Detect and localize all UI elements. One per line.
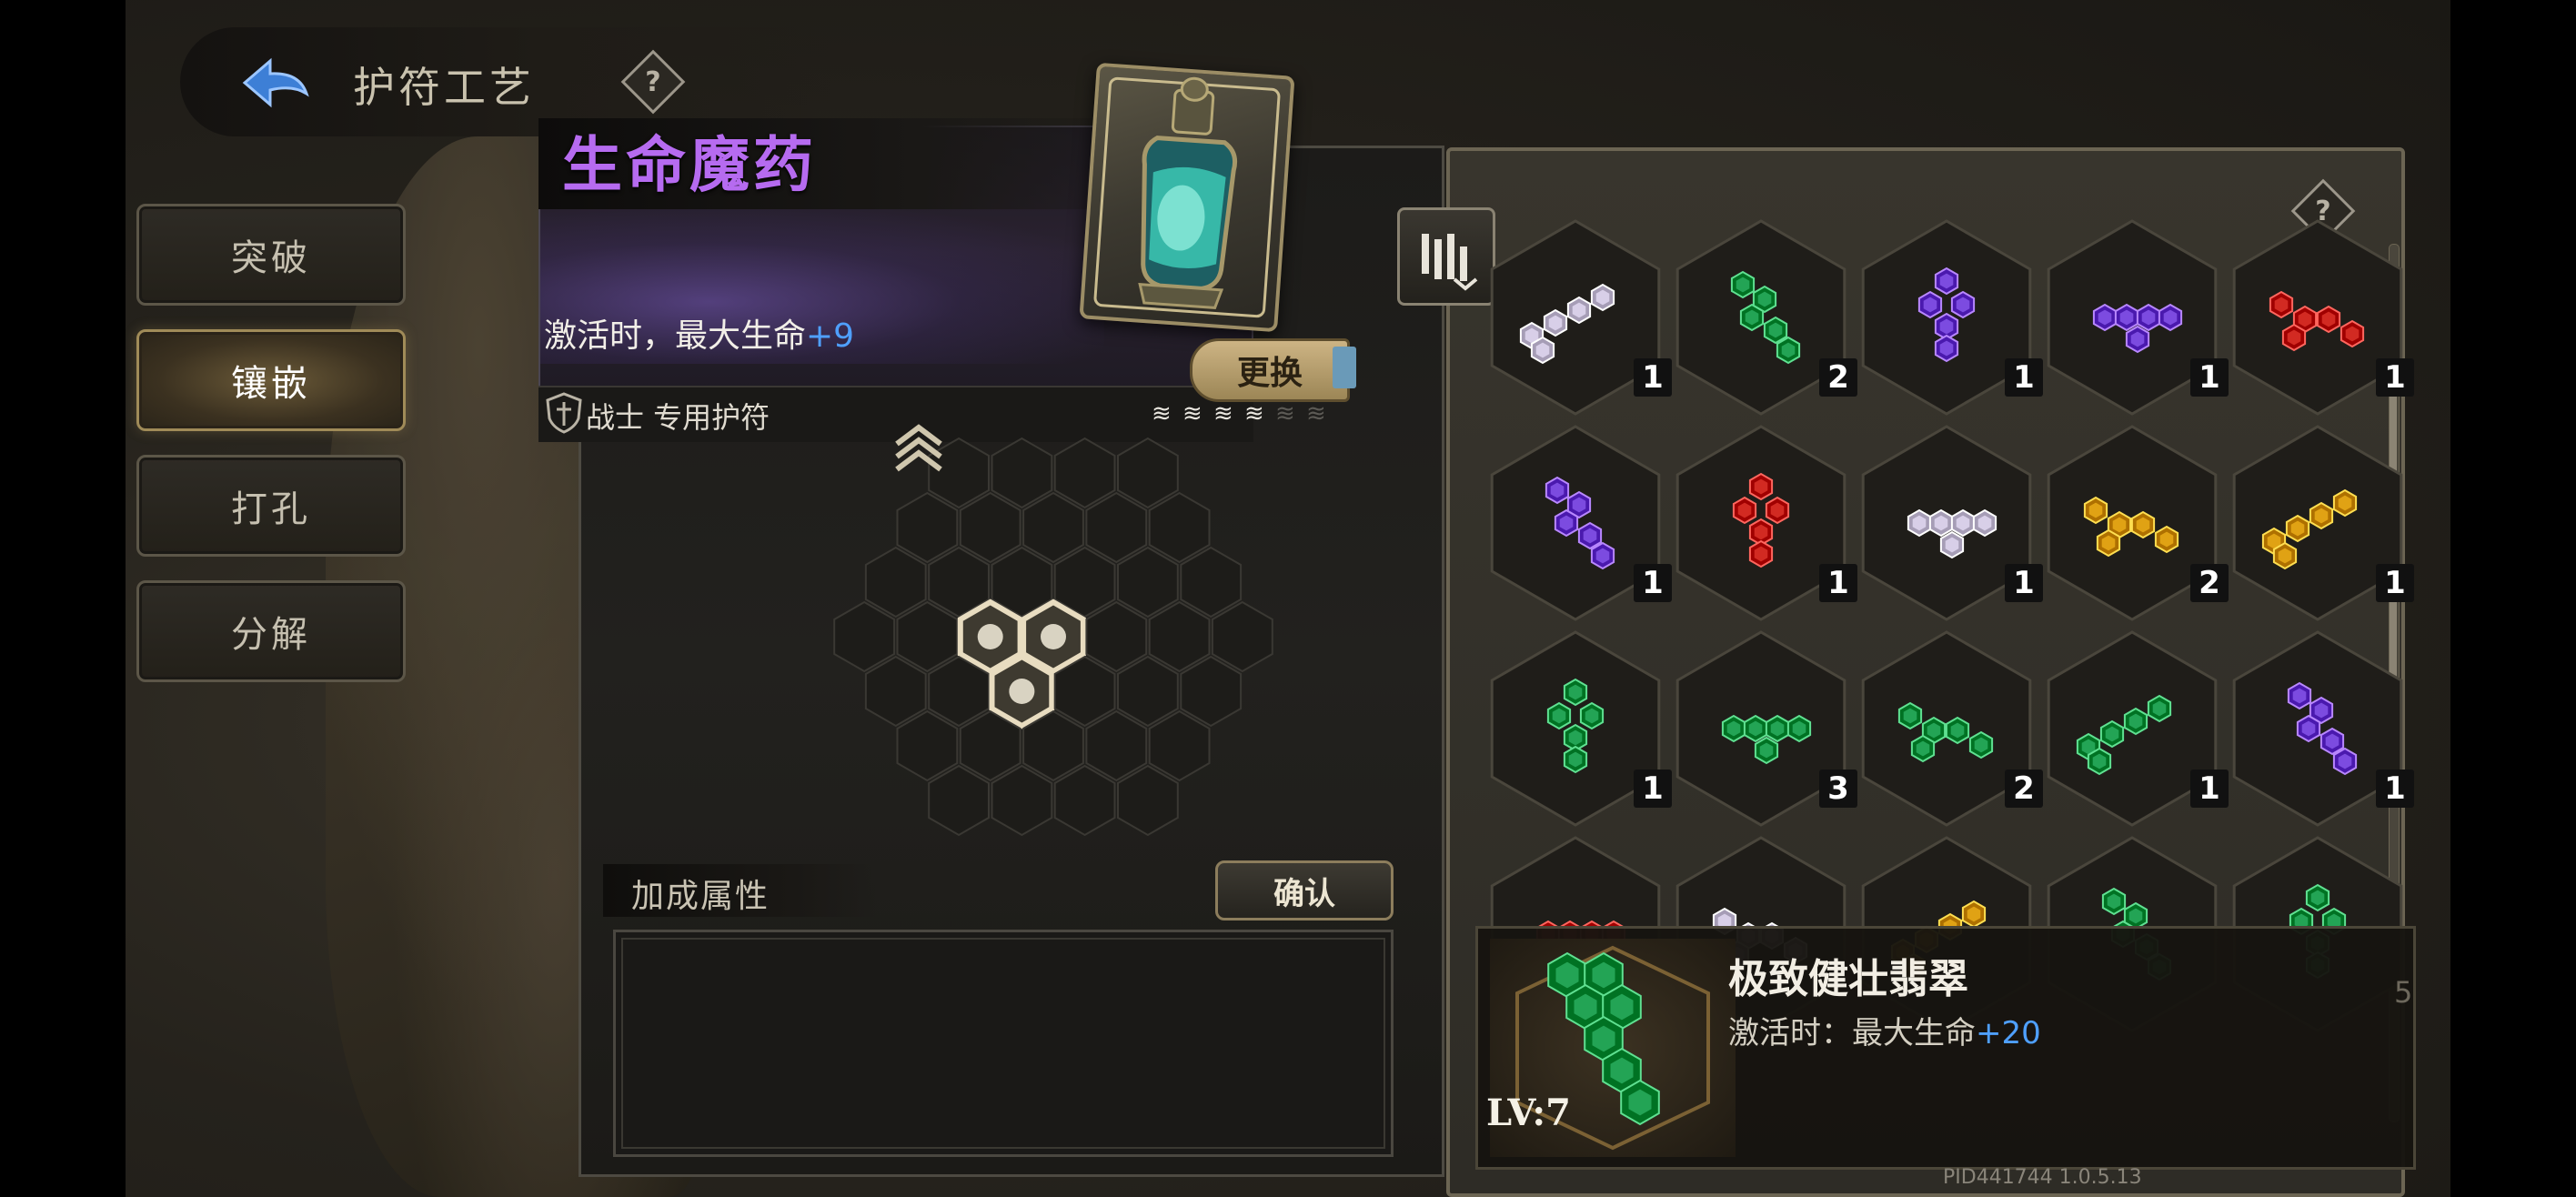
page-title: 护符工艺 bbox=[353, 63, 535, 112]
gem-count-badge: 1 bbox=[2005, 358, 2043, 397]
gem-count-badge: 1 bbox=[2005, 564, 2043, 602]
board-hex-cell[interactable] bbox=[991, 437, 1053, 509]
board-hex-cell[interactable] bbox=[1085, 600, 1148, 673]
gem-count-badge: 1 bbox=[2190, 770, 2229, 808]
board-hex-cell[interactable] bbox=[1022, 491, 1084, 564]
charm-effect-label: 激活时，最大生命 bbox=[544, 317, 807, 355]
board-hex-cell[interactable] bbox=[1117, 655, 1179, 728]
board-hex-cell[interactable] bbox=[959, 491, 1021, 564]
gem-slot[interactable]: 1 bbox=[1856, 420, 2043, 626]
board-hex-cell[interactable] bbox=[1148, 709, 1211, 782]
gem-count-badge: 1 bbox=[1634, 770, 1672, 808]
hex-board[interactable] bbox=[708, 418, 1399, 891]
filter-tab[interactable] bbox=[1397, 207, 1495, 306]
gem-effect-value: +20 bbox=[1976, 1015, 2041, 1051]
back-arrow-icon bbox=[242, 57, 309, 108]
board-hex-cell[interactable] bbox=[1148, 491, 1211, 564]
board-hex-cell[interactable] bbox=[1180, 655, 1243, 728]
board-hex-cell[interactable] bbox=[1053, 437, 1116, 509]
board-hex-cell[interactable] bbox=[864, 546, 927, 619]
gem-slot[interactable]: 1 bbox=[1670, 420, 1857, 626]
gem-slot[interactable]: 1 bbox=[1856, 215, 2043, 420]
board-hex-cell[interactable] bbox=[896, 600, 959, 673]
gem-slot[interactable]: 1 bbox=[1484, 215, 1672, 420]
gem-count-badge: 1 bbox=[1634, 358, 1672, 397]
help-button[interactable]: ? bbox=[620, 49, 686, 115]
menu-breakthrough-button[interactable]: 突破 bbox=[136, 204, 406, 306]
board-hex-cell[interactable] bbox=[928, 764, 990, 837]
gem-slot[interactable]: 3 bbox=[1670, 626, 1857, 831]
gem-count-badge: 3 bbox=[1819, 770, 1857, 808]
gem-slot[interactable]: 2 bbox=[1670, 215, 1857, 420]
board-hex-cell[interactable] bbox=[1053, 764, 1116, 837]
gem-effect-label: 激活时：最大生命 bbox=[1728, 1015, 1976, 1051]
gem-slot[interactable]: 2 bbox=[2041, 420, 2229, 626]
filter-bars-icon bbox=[1422, 234, 1478, 291]
gem-slot[interactable]: 1 bbox=[1484, 626, 1672, 831]
board-hex-cell[interactable] bbox=[896, 491, 959, 564]
game-screen: 护符工艺 ? 突破 镶嵌 打孔 分解 生命魔药 激活时，最大生命+9 战士 专用… bbox=[126, 0, 2450, 1197]
board-hex-cell[interactable] bbox=[1211, 600, 1273, 673]
menu-punch-button[interactable]: 打孔 bbox=[136, 455, 406, 557]
bonus-attributes-box bbox=[613, 930, 1394, 1157]
back-button[interactable] bbox=[233, 47, 320, 120]
gem-count-badge: 1 bbox=[2376, 770, 2414, 808]
gem-count-badge: 2 bbox=[2190, 564, 2229, 602]
board-hex-cell[interactable] bbox=[928, 437, 990, 509]
gem-slot[interactable]: 1 bbox=[1484, 420, 1672, 626]
gem-effect: 激活时：最大生命+20 bbox=[1728, 1008, 2041, 1052]
board-hex-cell[interactable] bbox=[991, 764, 1053, 837]
confirm-button[interactable]: 确认 bbox=[1215, 860, 1394, 920]
menu-inlay-button[interactable]: 镶嵌 bbox=[136, 329, 406, 431]
gem-count-badge: 2 bbox=[1819, 358, 1857, 397]
side-number: 5 bbox=[2394, 975, 2413, 1010]
warrior-shield-icon bbox=[546, 392, 582, 434]
menu-decompose-button[interactable]: 分解 bbox=[136, 580, 406, 682]
gem-count-badge: 1 bbox=[2190, 358, 2229, 397]
charm-effect: 激活时，最大生命+9 bbox=[544, 309, 854, 357]
gem-count-badge: 1 bbox=[1634, 564, 1672, 602]
board-hex-cell[interactable] bbox=[1085, 709, 1148, 782]
board-hex-cell[interactable] bbox=[1117, 437, 1179, 509]
rank-up-icon bbox=[895, 424, 942, 472]
board-hex-cell[interactable] bbox=[1117, 764, 1179, 837]
gem-count-badge: 2 bbox=[2005, 770, 2043, 808]
board-hex-cell[interactable] bbox=[896, 709, 959, 782]
swap-button[interactable]: 更换 bbox=[1190, 338, 1356, 402]
board-hex-cell[interactable] bbox=[833, 600, 896, 673]
charm-name: 生命魔药 bbox=[562, 129, 817, 200]
board-hex-cell[interactable] bbox=[864, 655, 927, 728]
board-hex-cell[interactable] bbox=[1117, 546, 1179, 619]
version-label: PID441744 1.0.5.13 bbox=[1943, 1166, 2142, 1189]
gem-level: LV:7 bbox=[1486, 1091, 1571, 1134]
slot-glow-icon bbox=[977, 624, 1003, 649]
slot-glow-icon bbox=[1009, 679, 1035, 704]
gem-count-badge: 1 bbox=[2376, 564, 2414, 602]
board-hex-cell[interactable] bbox=[1085, 491, 1148, 564]
gem-slot[interactable]: 1 bbox=[2041, 626, 2229, 831]
bonus-title: 加成属性 bbox=[631, 878, 770, 915]
swap-label: 更换 bbox=[1236, 355, 1303, 392]
gem-name: 极致健壮翡翠 bbox=[1728, 956, 1968, 1002]
gem-slot[interactable]: 1 bbox=[2227, 626, 2414, 831]
gem-count-badge: 1 bbox=[1819, 564, 1857, 602]
gem-slot[interactable]: 2 bbox=[1856, 626, 2043, 831]
potion-card-art[interactable] bbox=[1079, 62, 1295, 333]
gem-slot[interactable]: 1 bbox=[2227, 215, 2414, 420]
gem-slot[interactable]: 1 bbox=[2227, 420, 2414, 626]
board-hex-cell[interactable] bbox=[1148, 600, 1211, 673]
gem-slot[interactable]: 1 bbox=[2041, 215, 2229, 420]
charm-effect-value: +9 bbox=[806, 317, 855, 355]
gem-count-badge: 1 bbox=[2376, 358, 2414, 397]
potion-bottle-icon bbox=[1093, 76, 1281, 318]
board-hex-cell[interactable] bbox=[1180, 546, 1243, 619]
slot-glow-icon bbox=[1041, 624, 1066, 649]
